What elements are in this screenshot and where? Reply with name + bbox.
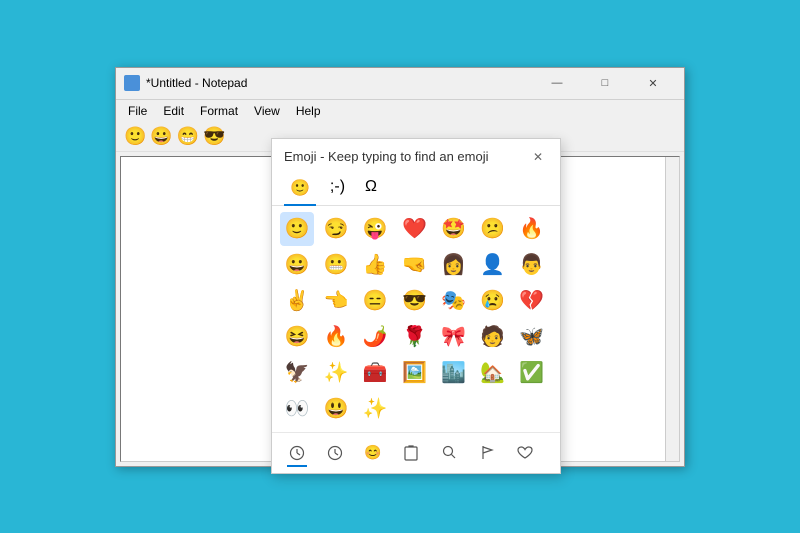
toolbar-emoji-3[interactable]: 😁 [177, 126, 199, 147]
window-title: *Untitled - Notepad [146, 76, 534, 90]
menu-edit[interactable]: Edit [155, 102, 192, 120]
emoji-cell[interactable]: 😑 [358, 284, 392, 318]
emoji-cell[interactable]: 🎭 [437, 284, 471, 318]
toolbar-emoji-2[interactable]: 😀 [150, 126, 172, 147]
emoji-cell[interactable]: 😃 [319, 392, 353, 426]
footer-recent-icon[interactable] [280, 439, 314, 467]
emoji-cell[interactable]: 🎀 [437, 320, 471, 354]
close-button[interactable]: ✕ [630, 68, 676, 98]
footer-heart-icon[interactable] [508, 439, 542, 467]
emoji-cell[interactable]: 🏡 [476, 356, 510, 390]
emoji-cell[interactable]: 👤 [476, 248, 510, 282]
picker-header: Emoji - Keep typing to find an emoji ✕ [272, 139, 560, 173]
picker-footer: 😊 [272, 432, 560, 473]
emoji-cell[interactable]: 🌶️ [358, 320, 392, 354]
emoji-cell[interactable] [437, 392, 471, 426]
emoji-cell[interactable]: 💔 [515, 284, 549, 318]
emoji-cell[interactable]: 🙂 [280, 212, 314, 246]
emoji-cell[interactable]: 🧰 [358, 356, 392, 390]
emoji-cell[interactable]: 😬 [319, 248, 353, 282]
emoji-cell[interactable]: 🏙️ [437, 356, 471, 390]
window-controls: — □ ✕ [534, 68, 676, 98]
footer-flag-icon[interactable] [470, 439, 504, 467]
emoji-cell[interactable] [515, 392, 549, 426]
emoji-cell[interactable]: ❤️ [397, 212, 431, 246]
emoji-cell[interactable]: ✌️ [280, 284, 314, 318]
emoji-cell[interactable]: 🖼️ [397, 356, 431, 390]
emoji-cell[interactable]: 👀 [280, 392, 314, 426]
emoji-cell[interactable] [397, 392, 431, 426]
emoji-cell[interactable]: 😢 [476, 284, 510, 318]
emoji-cell[interactable]: 🦅 [280, 356, 314, 390]
menu-view[interactable]: View [246, 102, 288, 120]
emoji-cell[interactable]: 😆 [280, 320, 314, 354]
emoji-cell[interactable]: 🔥 [515, 212, 549, 246]
menu-file[interactable]: File [120, 102, 155, 120]
picker-tab-emoji[interactable]: 🙂 [284, 174, 316, 206]
emoji-grid: 🙂 😏 😜 ❤️ 🤩 😕 🔥 😀 😬 👍 🤜 👩 👤 👨 ✌️ 👈 😑 😎 🎭 … [272, 206, 560, 432]
menu-help[interactable]: Help [288, 102, 329, 120]
emoji-cell[interactable]: ✨ [319, 356, 353, 390]
emoji-cell[interactable]: 🤜 [397, 248, 431, 282]
picker-tab-kaomoji[interactable]: ;-) [324, 174, 351, 206]
emoji-cell[interactable]: 😀 [280, 248, 314, 282]
menu-bar: File Edit Format View Help [116, 100, 684, 122]
emoji-cell[interactable]: 🧑 [476, 320, 510, 354]
emoji-cell[interactable]: 🔥 [319, 320, 353, 354]
emoji-cell[interactable]: 👩 [437, 248, 471, 282]
emoji-cell[interactable] [476, 392, 510, 426]
footer-search-icon[interactable] [432, 439, 466, 467]
picker-title: Emoji - Keep typing to find an emoji [284, 149, 489, 164]
emoji-cell[interactable]: 🌹 [397, 320, 431, 354]
footer-smile-icon[interactable]: 😊 [356, 439, 390, 467]
emoji-cell[interactable]: 😜 [358, 212, 392, 246]
emoji-cell[interactable]: ✅ [515, 356, 549, 390]
picker-tab-symbols[interactable]: Ω [359, 174, 383, 206]
title-bar: *Untitled - Notepad — □ ✕ [116, 68, 684, 100]
emoji-cell[interactable]: ✨ [358, 392, 392, 426]
toolbar-emoji-1[interactable]: 🙂 [124, 126, 146, 147]
app-icon [124, 75, 140, 91]
emoji-cell[interactable]: 👈 [319, 284, 353, 318]
toolbar-emoji-4[interactable]: 😎 [203, 126, 225, 147]
minimize-button[interactable]: — [534, 68, 580, 98]
emoji-cell[interactable]: 😏 [319, 212, 353, 246]
emoji-cell[interactable]: 😎 [397, 284, 431, 318]
picker-tabs: 🙂 ;-) Ω [272, 173, 560, 206]
maximize-button[interactable]: □ [582, 68, 628, 98]
emoji-picker: Emoji - Keep typing to find an emoji ✕ 🙂… [271, 138, 561, 474]
emoji-cell[interactable]: 👨 [515, 248, 549, 282]
footer-clock-icon[interactable] [318, 439, 352, 467]
menu-format[interactable]: Format [192, 102, 246, 120]
emoji-cell[interactable]: 😕 [476, 212, 510, 246]
scrollbar-right[interactable] [665, 157, 679, 461]
picker-close-button[interactable]: ✕ [528, 147, 548, 167]
footer-clipboard-icon[interactable] [394, 439, 428, 467]
emoji-cell[interactable]: 🦋 [515, 320, 549, 354]
notepad-window: *Untitled - Notepad — □ ✕ File Edit Form… [115, 67, 685, 467]
emoji-cell[interactable]: 🤩 [437, 212, 471, 246]
emoji-cell[interactable]: 👍 [358, 248, 392, 282]
